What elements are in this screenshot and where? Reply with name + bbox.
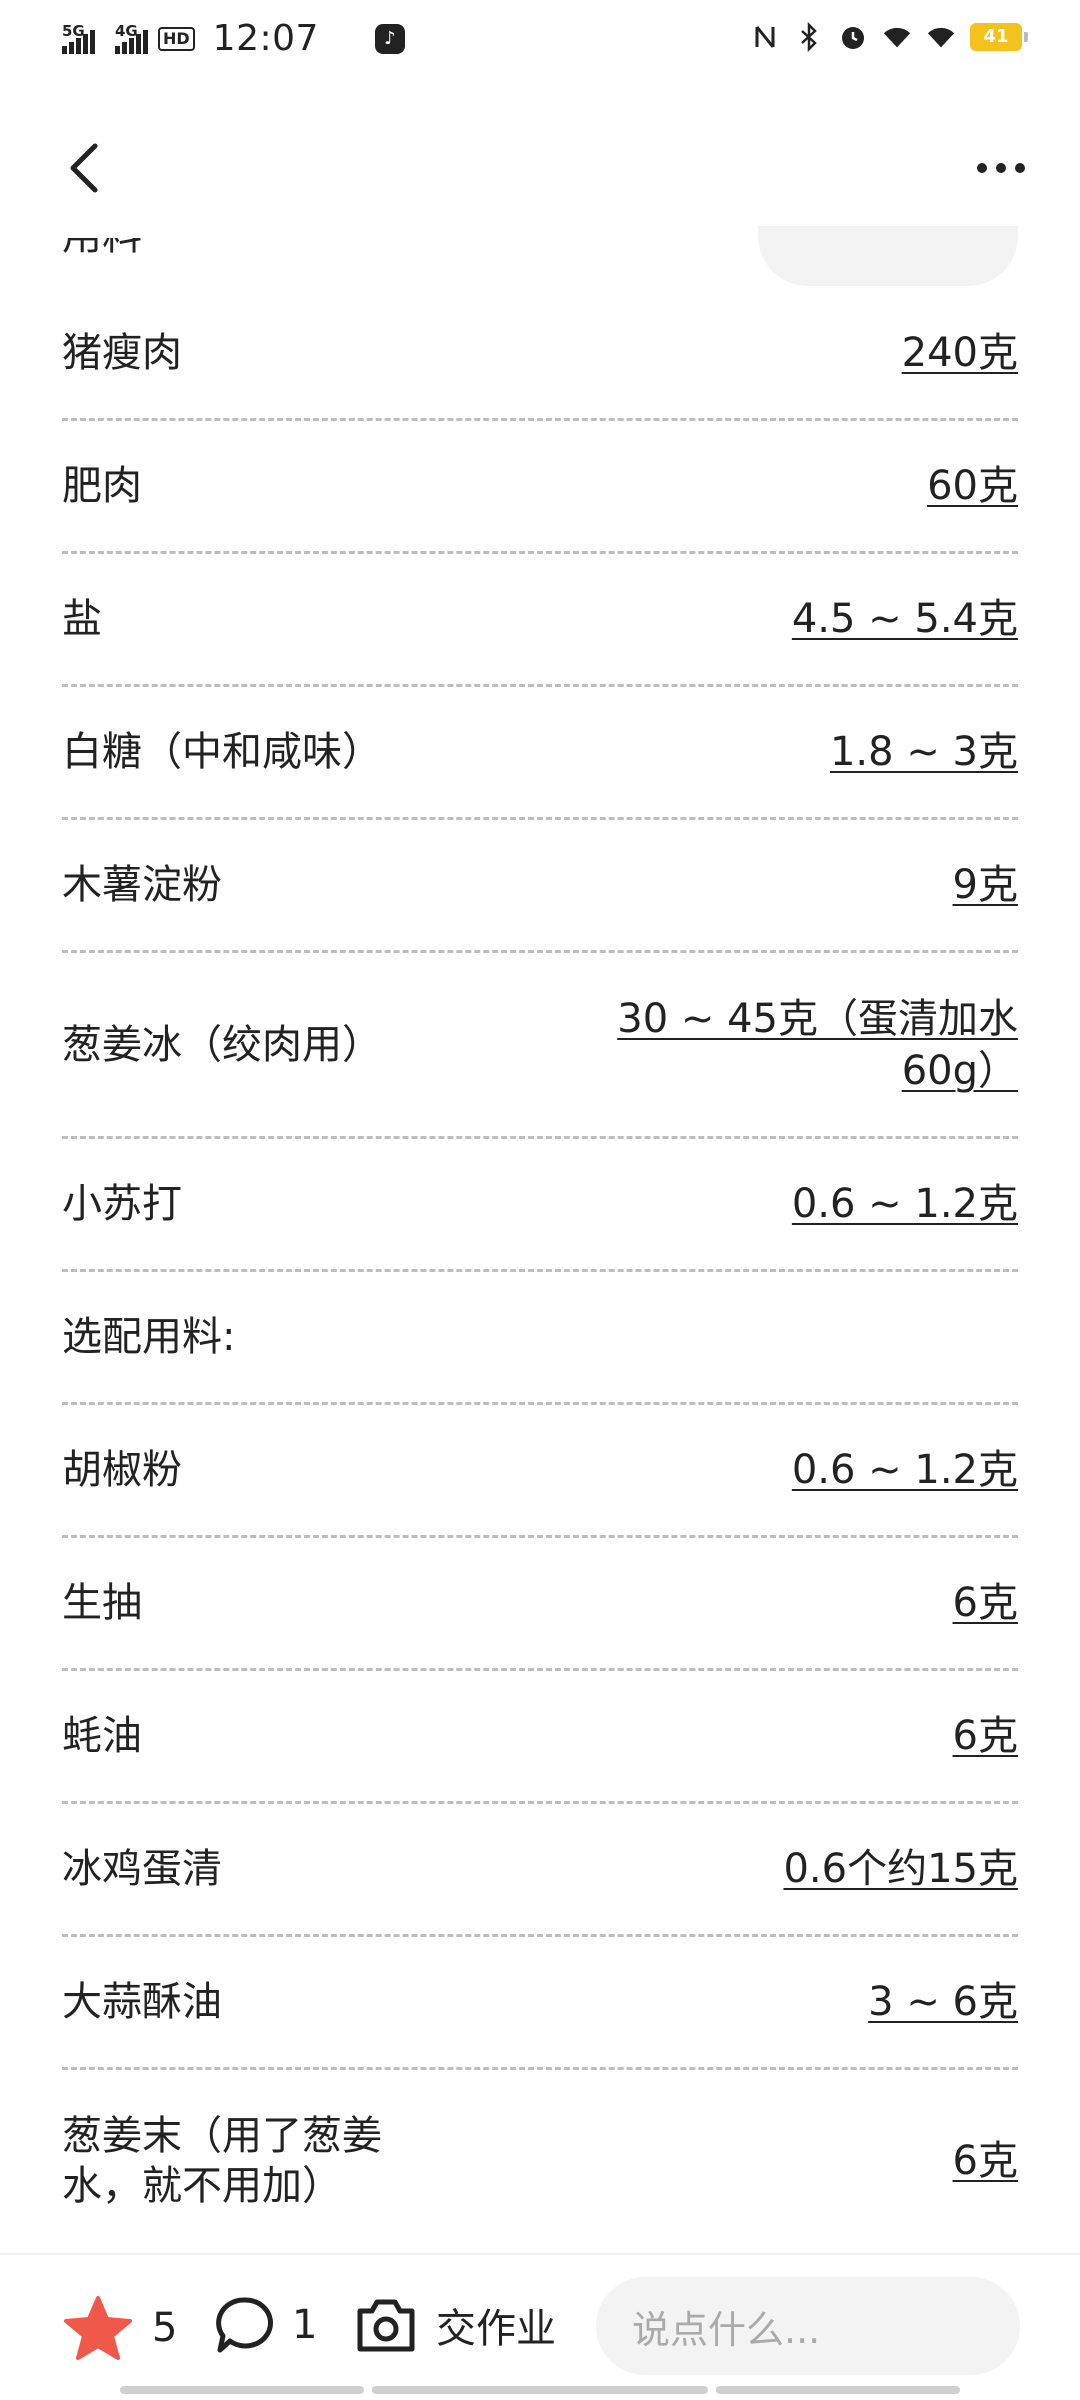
ingredient-row: 大蒜酥油 3 ~ 6克 — [62, 1937, 1018, 2070]
ingredient-amount[interactable]: 0.6个约15克 — [783, 1843, 1018, 1895]
bottom-action-bar: 5 1 交作业 说点什么... — [0, 2253, 1080, 2400]
ingredient-row: 小苏打 0.6 ~ 1.2克 — [62, 1139, 1018, 1272]
ingredient-row: 冰鸡蛋清 0.6个约15克 — [62, 1804, 1018, 1937]
ingredient-row: 胡椒粉 0.6 ~ 1.2克 — [62, 1405, 1018, 1538]
signal-4g-icon: 4G — [115, 22, 148, 54]
wifi-icon — [882, 22, 912, 52]
comment-input[interactable]: 说点什么... — [596, 2277, 1020, 2375]
top-nav-bar — [0, 120, 1080, 216]
status-bar: 5G 4G HD 12:07 ♪ 41 — [0, 0, 1080, 80]
section-label: 选配用料: — [62, 1314, 236, 1360]
ingredient-name-line: 葱姜末（用了葱姜 — [62, 2113, 382, 2159]
ingredient-amount-line: 30 ~ 45克（蛋清加水 — [617, 995, 1018, 1042]
battery-indicator: 41 — [970, 23, 1028, 51]
ingredient-row: 蚝油 6克 — [62, 1671, 1018, 1804]
favorite-button[interactable]: 5 — [62, 2295, 177, 2361]
ingredient-row: 猪瘦肉 240克 — [62, 288, 1018, 421]
scrolled-button-fragment — [758, 226, 1018, 286]
ingredient-name: 小苏打 — [62, 1181, 182, 1227]
ingredient-amount[interactable]: 3 ~ 6克 — [868, 1976, 1018, 2028]
comment-count: 1 — [292, 2302, 318, 2348]
ingredient-name-line: 水，就不用加） — [62, 2163, 342, 2209]
ingredient-list: 猪瘦肉 240克 肥肉 60克 盐 4.5 ~ 5.4克 白糖（中和咸味） 1.… — [62, 288, 1018, 2252]
more-dots-icon — [977, 163, 987, 173]
alarm-icon — [838, 22, 868, 52]
nfc-icon — [750, 22, 780, 52]
comment-button[interactable]: 1 — [214, 2295, 317, 2355]
ingredient-row: 白糖（中和咸味） 1.8 ~ 3克 — [62, 687, 1018, 820]
ingredient-amount[interactable]: 1.8 ~ 3克 — [830, 726, 1018, 778]
ingredient-name: 肥肉 — [62, 463, 142, 509]
ingredient-name: 生抽 — [62, 1580, 142, 1626]
home-indicator — [120, 2386, 364, 2394]
ingredient-amount[interactable]: 30 ~ 45克（蛋清加水 60g） — [617, 993, 1018, 1097]
favorite-count: 5 — [152, 2305, 178, 2351]
ingredient-name: 葱姜冰（绞肉用） — [62, 1021, 382, 1068]
ingredient-amount[interactable]: 0.6 ~ 1.2克 — [792, 1444, 1018, 1496]
clock: 12:07 — [212, 18, 319, 59]
ingredient-row: 盐 4.5 ~ 5.4克 — [62, 554, 1018, 687]
tiktok-notification-icon: ♪ — [374, 23, 405, 54]
ingredient-row: 生抽 6克 — [62, 1538, 1018, 1671]
optional-ingredients-header: 选配用料: — [62, 1272, 1018, 1405]
ingredient-amount[interactable]: 9克 — [953, 859, 1018, 911]
bluetooth-icon — [794, 22, 824, 52]
ingredient-name: 白糖（中和咸味） — [62, 729, 382, 775]
ingredient-name: 盐 — [62, 596, 102, 642]
comment-placeholder: 说点什么... — [632, 2307, 821, 2352]
ingredient-amount-line: 60g） — [901, 1047, 1018, 1094]
star-icon — [64, 2296, 132, 2360]
ingredient-name: 冰鸡蛋清 — [62, 1846, 222, 1892]
ingredient-row: 葱姜末（用了葱姜 水，就不用加） 6克 — [62, 2070, 1018, 2252]
comment-bubble-icon — [216, 2297, 273, 2353]
ingredient-amount[interactable]: 4.5 ~ 5.4克 — [792, 593, 1018, 645]
camera-icon — [357, 2299, 415, 2352]
wifi-2-icon — [926, 22, 956, 52]
ingredient-amount[interactable]: 240克 — [902, 327, 1018, 379]
ingredient-amount[interactable]: 6克 — [953, 1577, 1018, 1629]
ingredient-name: 葱姜末（用了葱姜 水，就不用加） — [62, 2111, 382, 2211]
ingredient-row: 肥肉 60克 — [62, 421, 1018, 554]
ingredient-amount[interactable]: 6克 — [953, 2135, 1018, 2187]
ingredient-row: 木薯淀粉 9克 — [62, 820, 1018, 953]
signal-5g-icon: 5G — [62, 22, 95, 54]
ingredient-name: 胡椒粉 — [62, 1447, 182, 1493]
back-button[interactable] — [56, 138, 112, 198]
ingredient-row: 葱姜冰（绞肉用） 30 ~ 45克（蛋清加水 60g） — [62, 953, 1018, 1139]
ingredient-name: 大蒜酥油 — [62, 1979, 222, 2025]
home-indicator — [372, 2386, 708, 2394]
ingredient-amount[interactable]: 0.6 ~ 1.2克 — [792, 1178, 1018, 1230]
more-options-button[interactable] — [966, 146, 1036, 190]
hd-voice-icon: HD — [158, 26, 195, 51]
ingredient-name: 蚝油 — [62, 1713, 142, 1759]
chevron-left-icon — [70, 143, 98, 193]
ingredient-amount[interactable]: 6克 — [953, 1710, 1018, 1762]
home-indicator — [716, 2386, 960, 2394]
submit-homework-button[interactable]: 交作业 — [354, 2295, 556, 2355]
ingredient-name: 猪瘦肉 — [62, 330, 182, 376]
scrolled-heading-fragment: 用料 — [62, 238, 162, 256]
ingredient-amount[interactable]: 60克 — [927, 460, 1018, 512]
submit-homework-label: 交作业 — [436, 2306, 556, 2352]
ingredient-name: 木薯淀粉 — [62, 862, 222, 908]
